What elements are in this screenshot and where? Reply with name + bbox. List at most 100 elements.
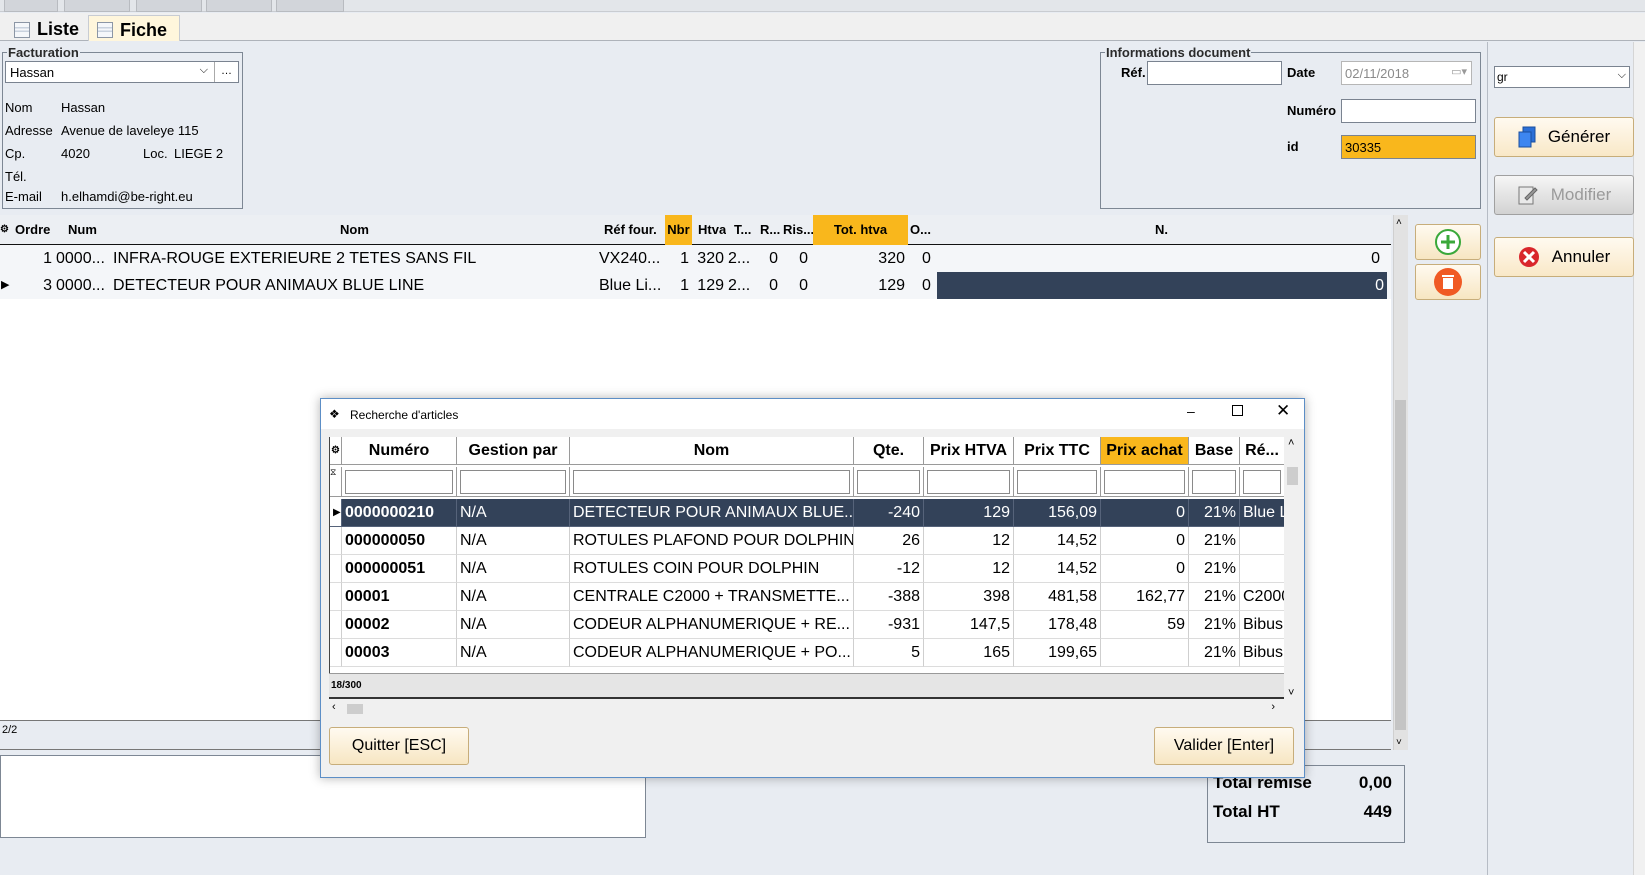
col-ref-four[interactable]: Réf four.	[604, 215, 657, 245]
filter-prix-achat[interactable]	[1101, 467, 1189, 497]
table-row[interactable]: 1 0000... INFRA-ROUGE EXTERIEURE 2 TETES…	[0, 245, 1391, 272]
dialog-status-bar: 18/300	[329, 673, 1284, 699]
row-indicator	[330, 639, 342, 667]
id-field[interactable]: 30335	[1341, 135, 1476, 159]
generate-button[interactable]: Générer	[1494, 117, 1634, 157]
cell-n: 0	[1371, 250, 1380, 267]
grid-scroll-thumb[interactable]	[1395, 400, 1406, 730]
top-tab[interactable]	[206, 0, 272, 12]
col-numero[interactable]: Numéro	[342, 437, 457, 465]
table-row[interactable]: 00003 N/A CODEUR ALPHANUMERIQUE + PO... …	[330, 639, 1285, 667]
cell-nom: ROTULES PLAFOND POUR DOLPHIN	[570, 527, 854, 555]
col-base[interactable]: Base	[1189, 437, 1240, 465]
more-button[interactable]: …	[214, 62, 238, 82]
col-nbr[interactable]: Nbr	[665, 215, 692, 245]
filter-numero[interactable]	[342, 467, 457, 497]
col-ordre[interactable]: Ordre	[15, 215, 50, 245]
scroll-thumb[interactable]	[1287, 467, 1298, 485]
scroll-down-icon[interactable]: ˅	[1288, 687, 1294, 699]
cell-qte: 26	[854, 527, 924, 555]
col-qte[interactable]: Qte.	[854, 437, 924, 465]
col-o[interactable]: O...	[910, 215, 931, 245]
top-tab[interactable]	[276, 0, 344, 12]
filter-nom[interactable]	[570, 467, 854, 497]
grid-settings-icon[interactable]: ⚙	[0, 215, 10, 245]
dialog-vertical-scrollbar[interactable]: ˄ ˅	[1284, 437, 1301, 699]
cell-prix-achat: 0	[1101, 527, 1189, 555]
cell-tot-htva: 129	[878, 277, 905, 294]
cell-prix-htva: 12	[924, 555, 1014, 583]
numero-input[interactable]	[1341, 99, 1476, 123]
row-indicator	[330, 583, 342, 611]
scroll-thumb[interactable]	[347, 704, 363, 714]
validate-button[interactable]: Valider [Enter]	[1154, 727, 1294, 765]
email-label: E-mail	[5, 189, 42, 204]
delete-line-button[interactable]	[1415, 264, 1481, 300]
col-tot-htva[interactable]: Tot. htva	[813, 215, 908, 245]
col-ref[interactable]: Ré...	[1240, 437, 1285, 465]
date-picker[interactable]: 02/11/2018 ▭▾	[1341, 61, 1472, 85]
filter-icon: ⧖	[330, 467, 342, 497]
col-ris[interactable]: Ris...	[783, 215, 814, 245]
cell-num: 0000...	[56, 250, 105, 267]
close-icon[interactable]: ✕	[1276, 401, 1290, 421]
scroll-left-icon[interactable]: ‹	[332, 701, 336, 713]
chevron-down-icon[interactable]: ⌵	[200, 64, 208, 77]
minimize-icon[interactable]: –	[1187, 403, 1195, 419]
quit-button[interactable]: Quitter [ESC]	[329, 727, 469, 765]
ref-input[interactable]	[1147, 61, 1282, 85]
top-tab[interactable]	[4, 0, 58, 12]
cell-nom: INFRA-ROUGE EXTERIEURE 2 TETES SANS FIL	[113, 250, 477, 267]
client-select[interactable]: Hassan ⌵ …	[5, 61, 239, 83]
tab-liste[interactable]: Liste	[6, 15, 87, 41]
table-row[interactable]: 00001 N/A CENTRALE C2000 + TRANSMETTE...…	[330, 583, 1285, 611]
col-nom[interactable]: Nom	[340, 215, 369, 245]
tel-label: Tél.	[5, 169, 27, 184]
filter-prix-ttc[interactable]	[1014, 467, 1101, 497]
table-row[interactable]: 000000051 N/A ROTULES COIN POUR DOLPHIN …	[330, 555, 1285, 583]
window-scrollbar[interactable]	[1633, 42, 1645, 875]
filter-qte[interactable]	[854, 467, 924, 497]
col-prix-ttc[interactable]: Prix TTC	[1014, 437, 1101, 465]
col-gestion[interactable]: Gestion par	[457, 437, 570, 465]
scroll-down-icon[interactable]: ˅	[1396, 737, 1402, 748]
cell-prix-achat: 0	[1101, 555, 1189, 583]
grid-row-count: 2/2	[2, 724, 18, 736]
trash-icon	[1434, 268, 1462, 296]
filter-ref[interactable]	[1240, 467, 1285, 497]
col-n[interactable]: N.	[1155, 215, 1168, 245]
cancel-button[interactable]: Annuler	[1494, 237, 1634, 277]
top-tab[interactable]	[136, 0, 202, 12]
col-prix-achat[interactable]: Prix achat	[1101, 437, 1189, 465]
chevron-down-icon[interactable]: ⌵	[1618, 69, 1626, 82]
add-line-button[interactable]	[1415, 224, 1481, 260]
scroll-up-icon[interactable]: ˄	[1396, 217, 1402, 228]
table-row[interactable]: 000000050 N/A ROTULES PLAFOND POUR DOLPH…	[330, 527, 1285, 555]
cell-ordre: 1	[43, 250, 52, 267]
calendar-icon[interactable]: ▭▾	[1451, 65, 1467, 78]
cell-nom: DETECTEUR POUR ANIMAUX BLUE...	[570, 499, 854, 527]
grid-settings-icon[interactable]: ⚙	[330, 437, 342, 465]
table-row[interactable]: ▶ 0000000210 N/A DETECTEUR POUR ANIMAUX …	[330, 499, 1285, 527]
col-nom[interactable]: Nom	[570, 437, 854, 465]
mode-select[interactable]: gr ⌵	[1494, 66, 1630, 88]
cell-ris: 0	[799, 277, 808, 294]
maximize-icon[interactable]	[1232, 405, 1243, 416]
tab-fiche[interactable]: Fiche	[88, 15, 180, 41]
col-num[interactable]: Num	[68, 215, 97, 245]
dialog-horizontal-scrollbar[interactable]: ‹ ›	[329, 701, 1289, 717]
modify-button[interactable]: Modifier	[1494, 175, 1634, 215]
col-t[interactable]: T...	[734, 215, 751, 245]
table-row[interactable]: ▶ 3 0000... DETECTEUR POUR ANIMAUX BLUE …	[0, 272, 1391, 299]
table-row[interactable]: 00002 N/A CODEUR ALPHANUMERIQUE + RE... …	[330, 611, 1285, 639]
col-prix-htva[interactable]: Prix HTVA	[924, 437, 1014, 465]
scroll-right-icon[interactable]: ›	[1271, 701, 1275, 713]
scroll-up-icon[interactable]: ˄	[1288, 437, 1294, 449]
filter-gestion[interactable]	[457, 467, 570, 497]
col-htva[interactable]: Htva	[698, 215, 726, 245]
filter-prix-htva[interactable]	[924, 467, 1014, 497]
col-r[interactable]: R...	[760, 215, 780, 245]
cell-n[interactable]: 0	[937, 272, 1387, 299]
top-tab[interactable]	[64, 0, 130, 12]
filter-base[interactable]	[1189, 467, 1240, 497]
